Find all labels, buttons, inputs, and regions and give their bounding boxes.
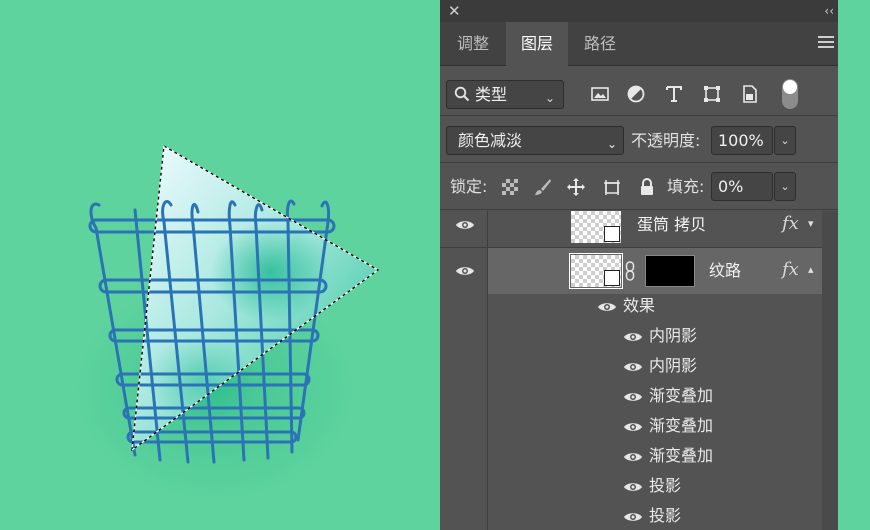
layer-row-selected[interactable]: 纹路 fx ▴ — [440, 248, 822, 294]
layer-kind-value: 类型 — [475, 85, 508, 104]
eye-icon[interactable] — [597, 301, 617, 313]
lock-image-icon[interactable] — [533, 177, 553, 197]
type-filter-icon[interactable] — [664, 84, 684, 104]
effect-item[interactable]: 渐变叠加 — [649, 386, 713, 406]
lock-all-icon[interactable] — [637, 177, 657, 197]
eye-icon[interactable] — [623, 361, 643, 373]
panel-titlebar: ✕ ‹‹ — [440, 0, 838, 22]
layer-thumbnail[interactable] — [569, 253, 623, 289]
layer-visibility-toggle[interactable] — [440, 248, 488, 294]
effects-header[interactable]: 效果 — [623, 296, 655, 316]
search-icon — [454, 86, 470, 102]
tab-paths[interactable]: 路径 — [568, 22, 632, 66]
effect-item[interactable]: 投影 — [649, 506, 681, 526]
effect-item[interactable]: 内阴影 — [649, 326, 697, 346]
eye-icon[interactable] — [623, 481, 643, 493]
eye-icon[interactable] — [623, 331, 643, 343]
eye-icon[interactable] — [623, 421, 643, 433]
opacity-field[interactable]: 100% — [711, 126, 773, 155]
tab-layers[interactable]: 图层 — [506, 22, 568, 66]
eye-icon[interactable] — [623, 391, 643, 403]
close-icon[interactable]: ✕ — [448, 1, 461, 21]
eye-icon[interactable] — [455, 219, 475, 231]
blend-options-bar: 颜色减淡 ⌄ 不透明度: 100% ⌄ — [440, 117, 838, 163]
opacity-label: 不透明度: — [631, 131, 701, 150]
eye-icon[interactable] — [455, 265, 475, 277]
eye-icon[interactable] — [623, 451, 643, 463]
chevron-down-icon: ⌄ — [606, 137, 617, 151]
tab-adjustments[interactable]: 调整 — [440, 22, 506, 66]
cone-highlight — [210, 222, 330, 322]
lock-transparent-icon[interactable] — [500, 177, 520, 197]
lock-position-icon[interactable] — [566, 177, 586, 197]
layer-thumbnail[interactable] — [571, 211, 621, 243]
shape-layer-icon — [604, 226, 620, 242]
layer-mask-thumbnail[interactable] — [645, 255, 695, 287]
layer-list: 蛋筒 拷贝 fx ▾ 纹路 fx ▴ 效果 内阴影 内阴影 渐变叠加 渐变叠加 … — [440, 211, 838, 530]
shape-layer-icon — [604, 270, 620, 286]
lock-label: 锁定: — [450, 177, 488, 196]
panel-tabbar: 调整 图层 路径 — [440, 22, 838, 66]
chevron-down-icon: ⌄ — [544, 91, 555, 105]
layer-fx-icon[interactable]: fx — [782, 213, 799, 234]
chevron-down-icon[interactable]: ▾ — [808, 217, 814, 230]
adjustment-filter-icon[interactable] — [626, 84, 646, 104]
shape-filter-icon[interactable] — [702, 84, 722, 104]
opacity-dropdown-icon[interactable]: ⌄ — [774, 126, 796, 155]
layer-filter-bar: 类型 ⌄ — [440, 70, 838, 116]
eye-icon[interactable] — [623, 511, 643, 523]
fill-label: 填充: — [667, 177, 705, 196]
collapse-panel-icon[interactable]: ‹‹ — [824, 1, 834, 21]
effect-item[interactable]: 投影 — [649, 476, 681, 496]
panel-menu-icon[interactable] — [818, 36, 834, 50]
link-icon[interactable] — [625, 261, 635, 281]
fill-field[interactable]: 0% — [711, 172, 773, 201]
layer-kind-select[interactable]: 类型 ⌄ — [446, 80, 564, 109]
lock-artboard-icon[interactable] — [602, 177, 622, 197]
lock-options-bar: 锁定: 填充: 0% ⌄ — [440, 164, 838, 210]
layer-name[interactable]: 纹路 — [709, 261, 741, 281]
effect-item[interactable]: 渐变叠加 — [649, 446, 713, 466]
filter-toggle[interactable] — [782, 79, 798, 109]
blend-mode-select[interactable]: 颜色减淡 ⌄ — [446, 126, 624, 155]
layers-panel: ✕ ‹‹ 调整 图层 路径 类型 ⌄ 颜色减淡 ⌄ 不透明度: 100% ⌄ 锁… — [440, 0, 838, 530]
fill-dropdown-icon[interactable]: ⌄ — [774, 172, 796, 201]
image-filter-icon[interactable] — [590, 84, 610, 104]
effect-item[interactable]: 渐变叠加 — [649, 416, 713, 436]
blend-mode-value: 颜色减淡 — [458, 131, 523, 150]
layer-list-scrollbar[interactable] — [822, 211, 838, 530]
smart-object-filter-icon[interactable] — [740, 84, 760, 104]
layer-name[interactable]: 蛋筒 拷贝 — [637, 215, 706, 235]
canvas-artwork — [75, 144, 380, 500]
effect-item[interactable]: 内阴影 — [649, 356, 697, 376]
chevron-up-icon[interactable]: ▴ — [808, 263, 814, 276]
document-canvas[interactable] — [0, 0, 440, 530]
canvas-edge — [838, 0, 870, 530]
layer-fx-icon[interactable]: fx — [782, 259, 799, 280]
